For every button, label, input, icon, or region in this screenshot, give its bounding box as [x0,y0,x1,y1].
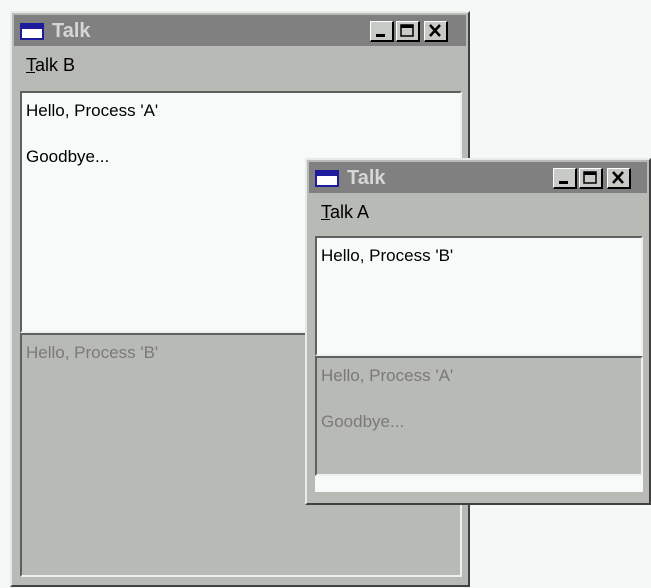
menu-label: alk B [35,55,76,75]
send-pane[interactable]: Hello, Process 'B' [315,236,643,356]
menu-bar: Talk B [14,48,466,80]
minimize-icon [559,181,568,184]
minimize-button[interactable] [370,21,394,42]
maximize-button[interactable] [579,168,603,189]
title-bar[interactable]: Talk [14,15,466,46]
pane-line: Goodbye... [321,412,405,431]
status-strip [315,476,643,492]
menu-bar: Talk A [309,195,647,227]
menu-talk-a[interactable]: Talk A [321,202,369,222]
talk-window-a[interactable]: Talk Talk A Hello, Process 'B' Hello, Pr… [305,158,651,505]
close-icon [429,24,441,37]
pane-line: Hello, Process 'A' [26,101,159,120]
minimize-button[interactable] [553,168,577,189]
receive-pane[interactable]: Hello, Process 'A' Goodbye... [315,356,643,476]
app-window-icon[interactable] [20,23,44,40]
maximize-icon [400,24,414,37]
app-window-icon[interactable] [315,170,339,187]
window-title: Talk [347,167,386,189]
close-button[interactable] [424,21,448,42]
title-bar[interactable]: Talk [309,162,647,193]
menu-accelerator: T [26,55,35,75]
pane-blank-line [321,387,637,410]
close-icon [612,171,624,184]
close-button[interactable] [607,168,631,189]
menu-talk-b[interactable]: Talk B [26,55,75,75]
menu-accelerator: T [321,202,330,222]
pane-line: Hello, Process 'B' [321,246,454,265]
pane-blank-line [26,122,456,145]
maximize-button[interactable] [396,21,420,42]
menu-label: alk A [330,202,370,222]
pane-line: Hello, Process 'A' [321,366,454,385]
minimize-icon [376,34,385,37]
maximize-icon [583,171,597,184]
window-title: Talk [52,20,91,42]
